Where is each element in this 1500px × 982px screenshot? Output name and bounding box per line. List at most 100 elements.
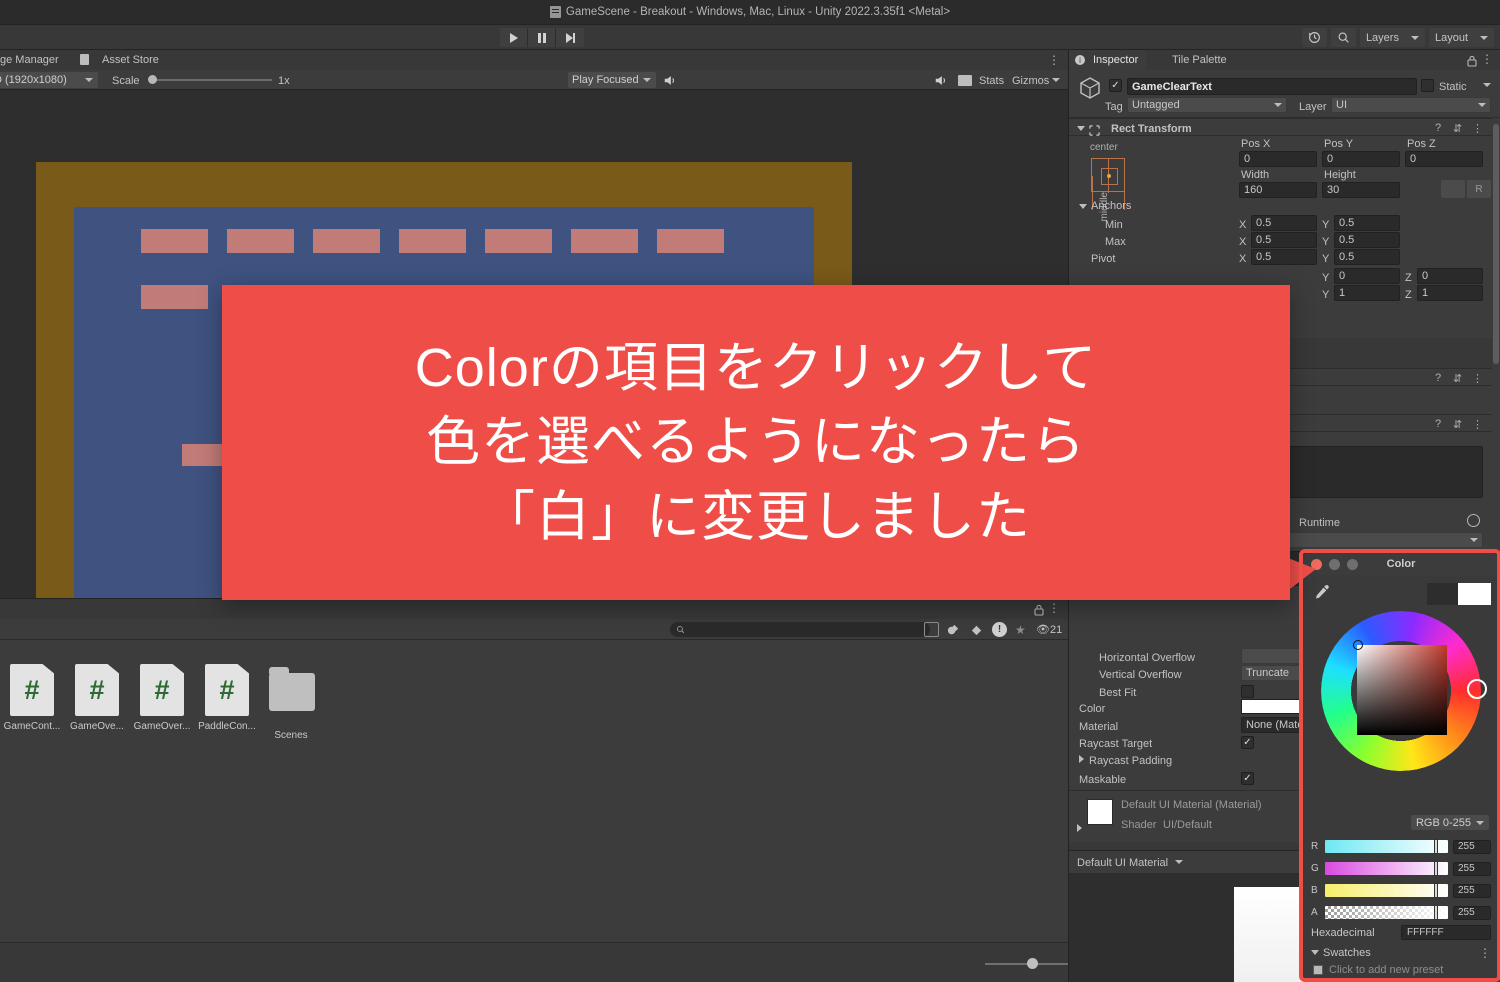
scale-slider-knob[interactable] — [148, 75, 157, 84]
history-button[interactable] — [1301, 28, 1327, 47]
channel-g-value[interactable]: 255 — [1453, 861, 1491, 876]
step-button[interactable] — [556, 28, 584, 47]
scale-z-field[interactable]: 1 — [1417, 285, 1483, 301]
mute-audio-icon[interactable] — [663, 74, 677, 87]
asset-item[interactable]: # PaddleCon... — [195, 664, 259, 732]
anchors-foldout[interactable] — [1079, 204, 1087, 209]
channel-a-knob[interactable] — [1434, 905, 1438, 920]
anchor-min-x-field[interactable]: 0.5 — [1251, 215, 1317, 231]
gameobject-name-field[interactable]: GameClearText — [1127, 78, 1417, 95]
favorite-icon[interactable]: ★ — [1015, 623, 1026, 637]
layers-dropdown[interactable]: Layers — [1359, 28, 1425, 47]
anchor-min-y-field[interactable]: 0.5 — [1334, 215, 1400, 231]
asset-item[interactable]: # GameOve... — [65, 664, 129, 732]
height-field[interactable]: 30 — [1322, 182, 1400, 198]
save-search-icon[interactable] — [924, 622, 939, 637]
rotation-z-field[interactable]: 0 — [1417, 268, 1483, 284]
radio-icon[interactable] — [1467, 514, 1480, 527]
layer-dropdown[interactable]: UI — [1331, 97, 1491, 113]
width-field[interactable]: 160 — [1239, 182, 1317, 198]
gameobject-enabled-checkbox[interactable]: ✓ — [1109, 79, 1122, 92]
rotation-y-field[interactable]: 0 — [1334, 268, 1400, 284]
anchor-preset-widget[interactable] — [1091, 158, 1125, 193]
channel-g-knob[interactable] — [1434, 861, 1438, 876]
inspector-scrollbar-thumb[interactable] — [1493, 124, 1499, 364]
rect-transform-header[interactable]: Rect Transform ? ⇵ ⋮ — [1069, 118, 1493, 136]
audio-icon[interactable] — [934, 74, 948, 87]
blueprint-mode-icon[interactable] — [1441, 180, 1465, 198]
raw-edit-toggle[interactable]: R — [1467, 180, 1491, 198]
help-icon[interactable]: ? — [1435, 372, 1441, 384]
game-view-menu-icon[interactable]: ⋮ — [1048, 54, 1060, 66]
asset-item[interactable]: # GameCont... — [0, 664, 64, 732]
saturation-value-square[interactable] — [1357, 645, 1447, 735]
layout-dropdown[interactable]: Layout — [1428, 28, 1494, 47]
grid-zoom-knob[interactable] — [1027, 958, 1038, 969]
warning-filter-icon[interactable]: ! — [992, 622, 1007, 637]
play-button[interactable] — [500, 28, 528, 47]
help-icon[interactable]: ? — [1435, 122, 1441, 134]
tag-dropdown[interactable]: Untagged — [1127, 97, 1287, 113]
help-icon[interactable]: ? — [1435, 418, 1441, 430]
scale-slider[interactable] — [148, 75, 272, 84]
channel-g-slider[interactable] — [1325, 861, 1448, 876]
channel-r-slider[interactable] — [1325, 839, 1448, 854]
inspector-menu-icon[interactable]: ⋮ — [1481, 53, 1493, 65]
preset-icon[interactable]: ⇵ — [1453, 418, 1462, 431]
material-preview-foldout[interactable] — [1077, 824, 1082, 832]
lock-icon[interactable] — [1467, 54, 1477, 67]
rect-transform-foldout[interactable] — [1077, 126, 1085, 131]
play-mode-dropdown[interactable]: Play Focused — [568, 72, 656, 88]
aspect-ratio-dropdown[interactable]: D (1920x1080) — [0, 72, 98, 88]
color-wheel-marker[interactable] — [1467, 679, 1487, 699]
asset-item[interactable]: Scenes — [259, 664, 323, 741]
saturation-value-marker[interactable] — [1353, 640, 1363, 650]
type-filter-icon[interactable] — [946, 622, 961, 637]
static-checkbox[interactable] — [1421, 79, 1434, 92]
static-chevron-down-icon[interactable] — [1483, 83, 1491, 87]
stats-grid-icon[interactable] — [958, 75, 972, 86]
pos-z-field[interactable]: 0 — [1405, 151, 1483, 167]
project-menu-icon[interactable]: ⋮ — [1048, 602, 1060, 614]
best-fit-checkbox[interactable] — [1241, 685, 1254, 698]
swatches-menu-icon[interactable]: ⋮ — [1479, 946, 1491, 960]
pos-y-field[interactable]: 0 — [1322, 151, 1400, 167]
channel-b-slider[interactable] — [1325, 883, 1448, 898]
pivot-x-field[interactable]: 0.5 — [1251, 249, 1317, 265]
anchor-max-x-field[interactable]: 0.5 — [1251, 232, 1317, 248]
stats-label[interactable]: Stats — [979, 76, 1004, 87]
tab-tile-palette[interactable]: Tile Palette — [1164, 50, 1235, 70]
channel-r-value[interactable]: 255 — [1453, 839, 1491, 854]
component-menu-icon[interactable]: ⋮ — [1472, 418, 1483, 431]
anchor-max-y-field[interactable]: 0.5 — [1334, 232, 1400, 248]
channel-b-knob[interactable] — [1434, 883, 1438, 898]
preset-icon[interactable]: ⇵ — [1453, 122, 1462, 135]
lock-icon[interactable] — [1034, 603, 1044, 616]
channel-a-value[interactable]: 255 — [1453, 905, 1491, 920]
gizmos-label[interactable]: Gizmos — [1012, 76, 1049, 87]
pos-x-field[interactable]: 0 — [1239, 151, 1317, 167]
pause-button[interactable] — [528, 28, 556, 47]
pivot-y-field[interactable]: 0.5 — [1334, 249, 1400, 265]
label-filter-icon[interactable] — [969, 622, 984, 637]
channel-b-value[interactable]: 255 — [1453, 883, 1491, 898]
channel-r-knob[interactable] — [1434, 839, 1438, 854]
project-asset-grid[interactable]: # GameCont... # GameOve... # GameOver...… — [0, 640, 1068, 942]
swatches-foldout[interactable] — [1311, 950, 1319, 955]
tab-inspector[interactable]: i Inspector — [1069, 50, 1147, 70]
color-mode-dropdown[interactable]: RGB 0-255 — [1410, 815, 1489, 830]
chevron-down-icon[interactable] — [1175, 860, 1183, 864]
hexadecimal-field[interactable]: FFFFFF — [1401, 925, 1491, 940]
search-button[interactable] — [1330, 28, 1356, 47]
scale-y-field[interactable]: 1 — [1334, 285, 1400, 301]
component-menu-icon[interactable]: ⋮ — [1472, 122, 1483, 135]
raycast-padding-foldout[interactable] — [1079, 755, 1084, 763]
component-menu-icon[interactable]: ⋮ — [1472, 372, 1483, 385]
asset-item[interactable]: # GameOver... — [130, 664, 194, 732]
add-preset-row[interactable]: Click to add new preset — [1313, 963, 1493, 976]
tab-package-manager[interactable]: ge Manager — [0, 50, 67, 70]
tab-asset-store[interactable]: Asset Store — [80, 50, 167, 70]
channel-a-slider[interactable] — [1325, 905, 1448, 920]
gizmos-chevron-down-icon[interactable] — [1052, 78, 1060, 82]
color-picker-window[interactable]: Color RGB 0-255 R 255 G 255 B 255 A 255 … — [1302, 552, 1498, 980]
